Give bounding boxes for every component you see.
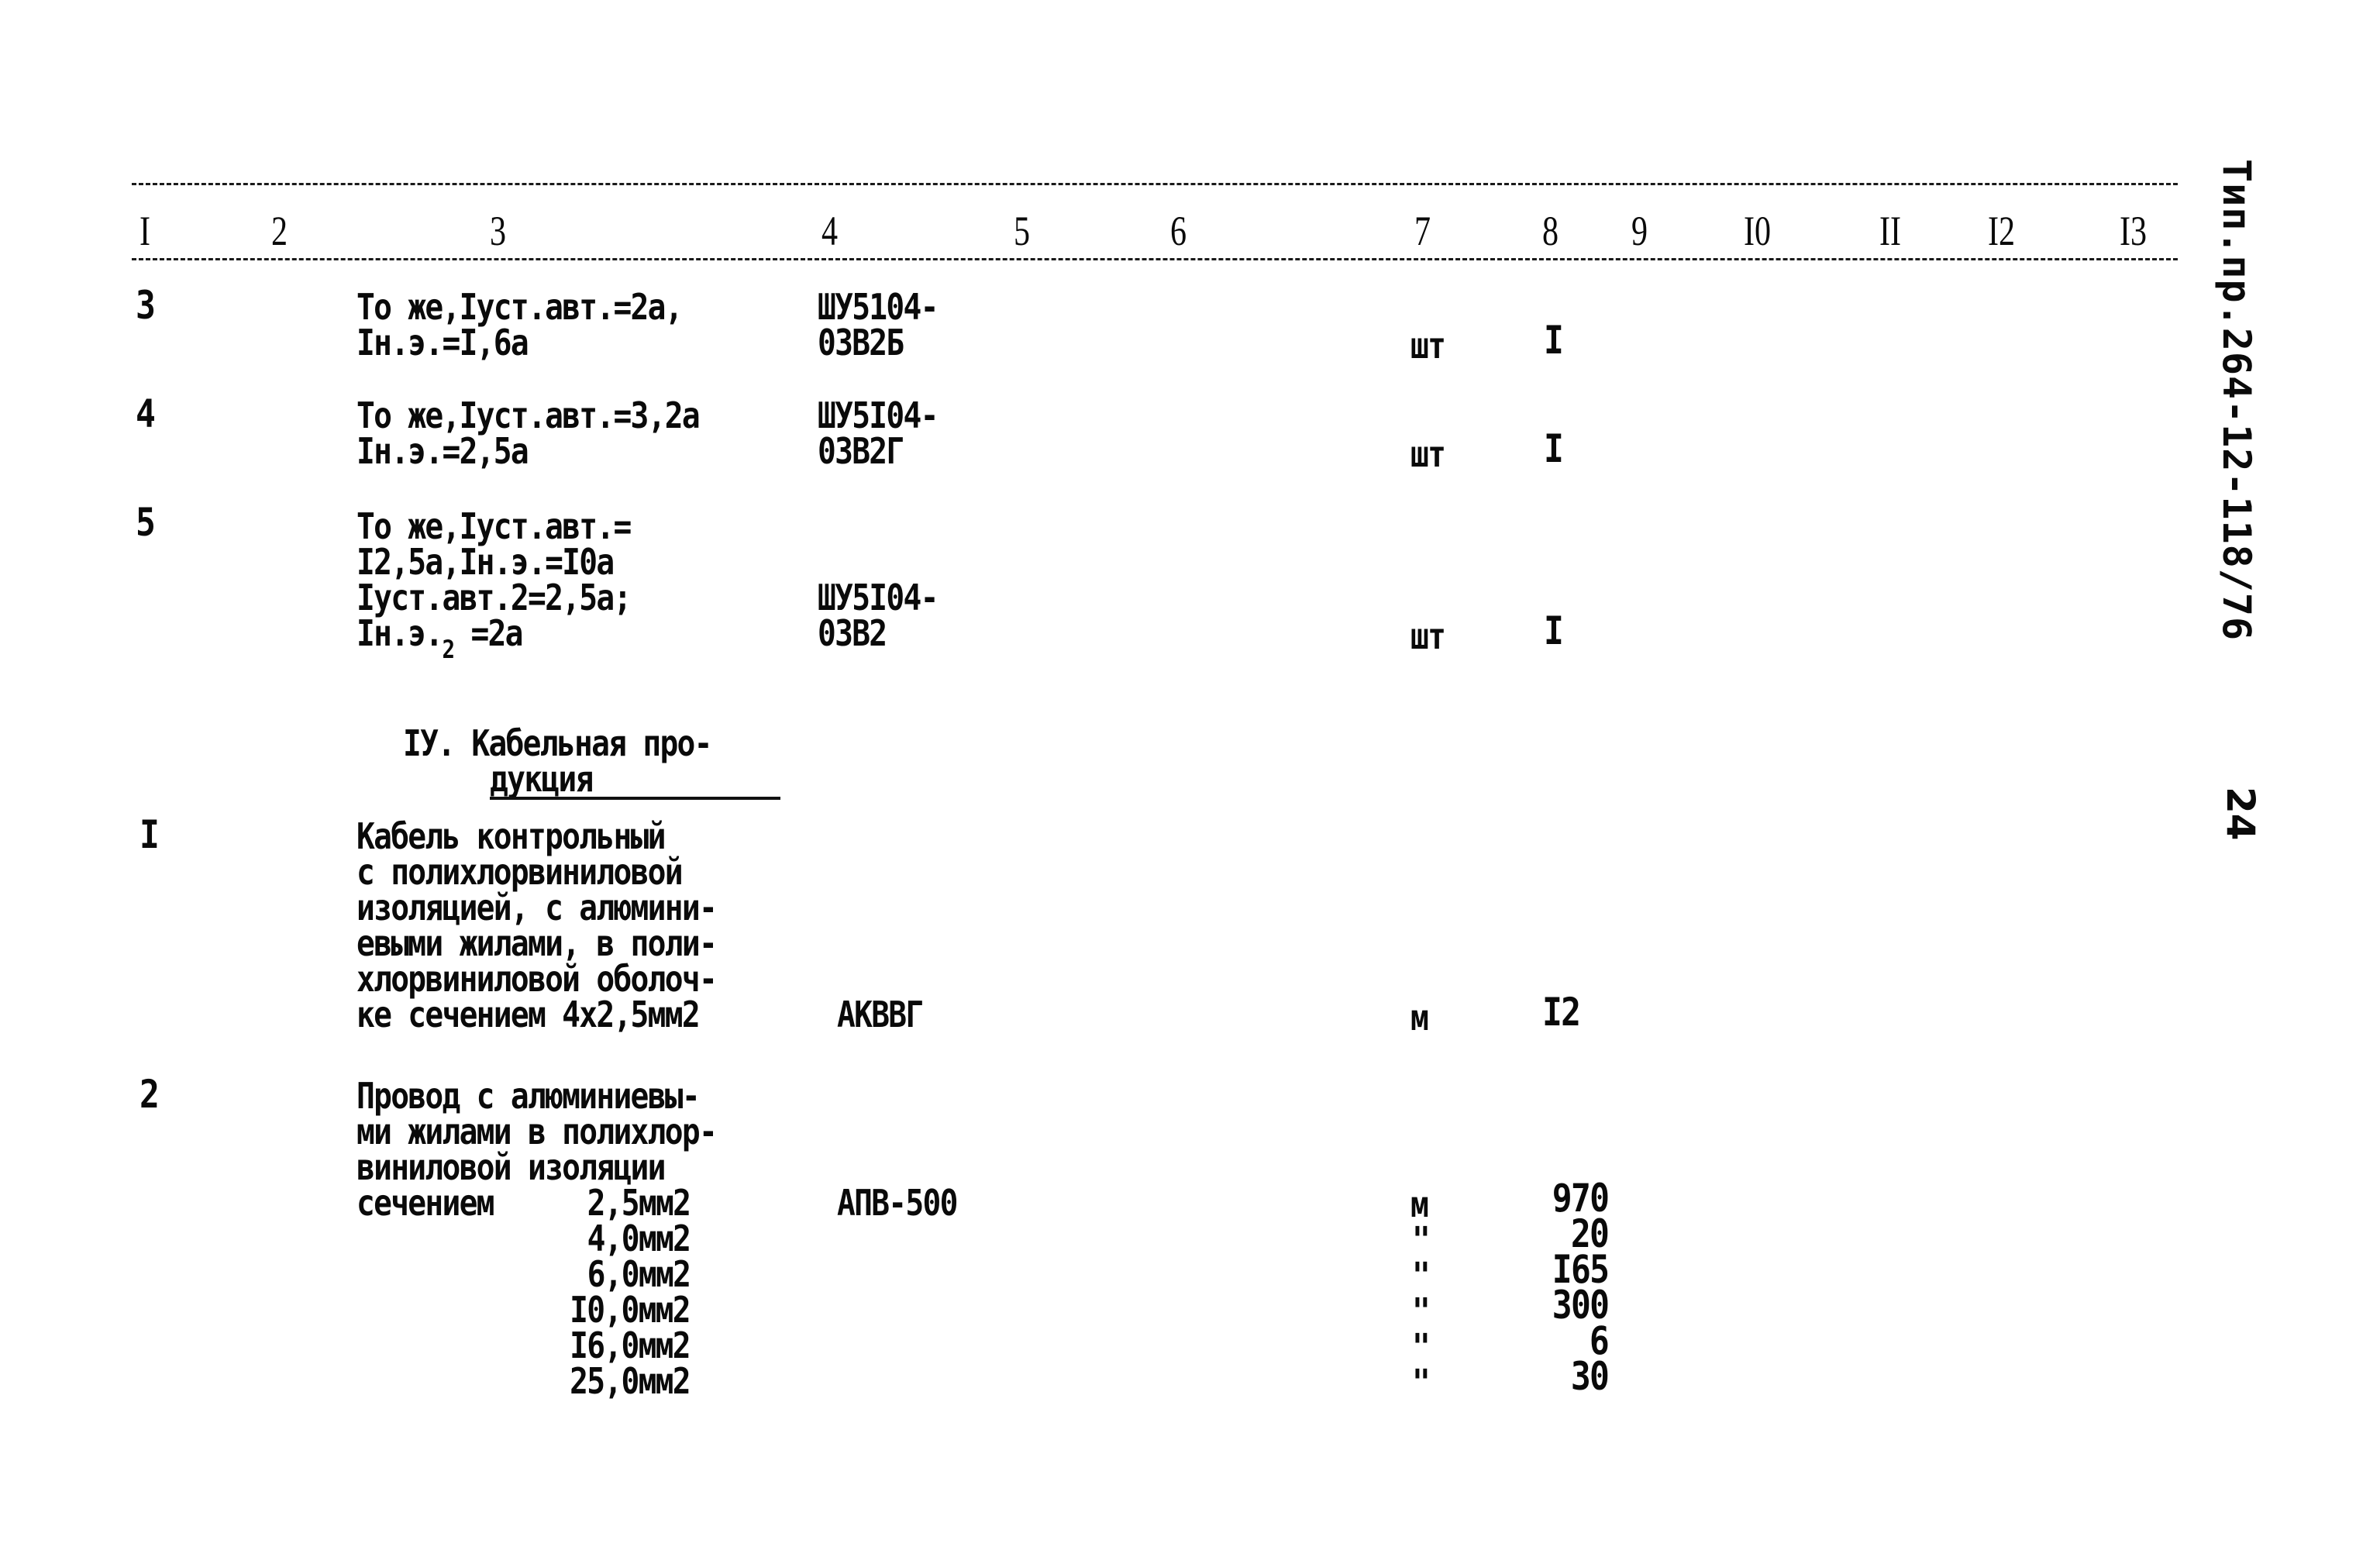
row-description-prefix: Iн.э.	[356, 612, 443, 654]
document-code-label: Тип.пр.264-12-118/76	[2214, 159, 2259, 642]
row-quantity: I	[1544, 318, 1564, 363]
row-description-line: хлорвиниловой оболоч-	[356, 958, 718, 1000]
column-header-7: 7	[1414, 208, 1431, 254]
column-header-4: 4	[821, 208, 839, 254]
size-unit: "	[1412, 1219, 1431, 1261]
row-unit: шт	[1410, 615, 1446, 657]
size-section: 25,0мм2	[570, 1360, 691, 1402]
row-type: АПВ-500	[837, 1182, 958, 1224]
column-header-6: 6	[1170, 208, 1187, 254]
column-header-2: 2	[271, 208, 288, 254]
size-unit: "	[1412, 1362, 1431, 1404]
row-unit: м	[1410, 997, 1429, 1039]
row-description-line: ке сечением 4х2,5мм2	[356, 994, 701, 1035]
section-title-underline	[490, 797, 780, 800]
row-description-line: То же,Iуст.авт.=	[356, 505, 632, 547]
row-type-line: ШУ5104-	[818, 286, 939, 328]
size-section: I6,0мм2	[570, 1324, 691, 1366]
row-description-subscript: 2	[442, 635, 455, 664]
column-header-8: 8	[1542, 208, 1559, 254]
page-number: 24	[2218, 787, 2263, 841]
row-description-line: евыми жилами, в поли-	[356, 922, 718, 964]
column-header-5: 5	[1014, 208, 1031, 254]
row-description-line: Iн.э.=2,5а	[356, 430, 529, 472]
row-description-line: То же,Iуст.авт.=2а,	[356, 286, 684, 328]
row-description-line: ми жилами в полихлор-	[356, 1111, 718, 1152]
row-quantity: I2	[1542, 990, 1581, 1035]
section-title-line: IУ. Кабельная про-	[403, 722, 712, 764]
table-top-rule	[132, 183, 2178, 185]
row-number: 3	[136, 283, 156, 328]
row-description-line: Провод с алюминиевы-	[356, 1075, 701, 1117]
row-description-tail: =2а	[453, 612, 523, 654]
row-description-line: Iн.э.2 =2а	[356, 612, 523, 664]
row-description-line: I2,5а,Iн.э.=I0а	[356, 541, 615, 583]
row-unit: шт	[1410, 325, 1446, 367]
size-unit: "	[1412, 1290, 1431, 1332]
size-quantity: 30	[1570, 1354, 1610, 1399]
column-header-1: I	[139, 208, 151, 254]
row-description-line: То же,Iуст.авт.=3,2а	[356, 394, 701, 436]
row-unit: шт	[1410, 433, 1446, 475]
size-section: 2,5мм2	[587, 1182, 691, 1224]
section-title-line: дукция	[490, 758, 594, 800]
column-header-12: I2	[1988, 208, 2016, 254]
row-type-line: ШУ5I04-	[818, 394, 939, 436]
row-number: 4	[136, 391, 156, 436]
row-number: 5	[136, 500, 156, 545]
table-header-rule	[132, 258, 2178, 260]
row-number: I	[139, 812, 160, 857]
column-header-9: 9	[1631, 208, 1648, 254]
size-unit: "	[1412, 1255, 1431, 1297]
row-description-line: Iуст.авт.2=2,5а;	[356, 577, 632, 618]
row-type-line: 03В2	[818, 612, 887, 654]
row-quantity: I	[1544, 426, 1564, 471]
column-header-13: I3	[2120, 208, 2148, 254]
row-type-line: 03В2Б	[818, 322, 904, 363]
row-quantity: I	[1544, 608, 1564, 653]
row-description-line: изоляцией, с алюмини-	[356, 887, 718, 928]
row-type-line: ШУ5I04-	[818, 577, 939, 618]
size-unit: "	[1412, 1326, 1431, 1368]
row-description-line: виниловой изоляции	[356, 1146, 666, 1188]
row-description-line: сечением	[356, 1182, 495, 1224]
row-description-line: Кабель контрольный	[356, 815, 666, 857]
column-header-11: II	[1879, 208, 1902, 254]
row-type: АКВВГ	[837, 994, 924, 1035]
size-section: I0,0мм2	[570, 1289, 691, 1331]
row-description-line: с полихлорвиниловой	[356, 851, 684, 893]
size-unit: м	[1410, 1183, 1429, 1225]
row-description-line: Iн.э.=I,6а	[356, 322, 529, 363]
column-header-10: I0	[1744, 208, 1772, 254]
size-section: 4,0мм2	[587, 1218, 691, 1259]
column-header-3: 3	[490, 208, 507, 254]
row-type-line: 03В2Г	[818, 430, 904, 472]
size-section: 6,0мм2	[587, 1253, 691, 1295]
row-number: 2	[139, 1072, 160, 1117]
